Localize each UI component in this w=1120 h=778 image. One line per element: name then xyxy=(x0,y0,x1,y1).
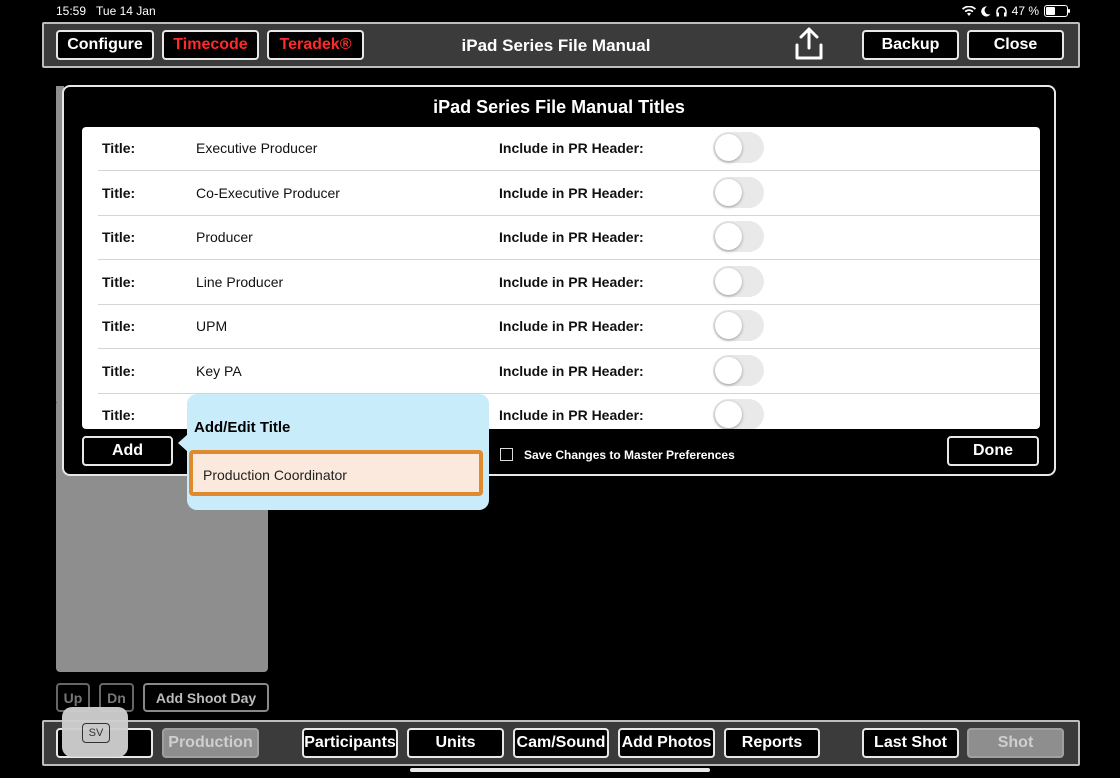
production-tab[interactable]: Production xyxy=(162,728,259,758)
add-shoot-day-button[interactable]: Add Shoot Day xyxy=(143,683,269,712)
home-indicator[interactable] xyxy=(410,768,710,772)
title-label: Title: xyxy=(102,273,136,290)
modal-title: iPad Series File Manual Titles xyxy=(433,97,685,117)
list-item[interactable]: Title: Line Producer Include in PR Heade… xyxy=(82,261,1040,305)
page-title: iPad Series File Manual xyxy=(461,36,651,55)
bottom-toolbar: Production Participants Units Cam/Sound … xyxy=(42,720,1080,766)
status-time: 15:59 Tue 14 Jan xyxy=(56,4,156,18)
teradek-button[interactable]: Teradek® xyxy=(267,30,364,60)
title-value: UPM xyxy=(196,318,228,334)
title-label: Title: xyxy=(102,229,136,245)
battery-icon xyxy=(1044,5,1070,17)
list-item[interactable]: Title: Key PA Include in PR Header: xyxy=(82,350,1040,394)
headphones-icon xyxy=(995,5,1007,16)
units-tab[interactable]: Units xyxy=(407,728,504,758)
title-value: Producer xyxy=(196,229,253,245)
battery-percent: 47 % xyxy=(1011,4,1039,18)
timecode-button[interactable]: Timecode xyxy=(162,30,259,60)
backup-button[interactable]: Backup xyxy=(862,30,959,60)
title-input-wrapper xyxy=(189,450,483,496)
title-label: Title: xyxy=(102,140,136,156)
add-edit-popover: Add/Edit Title xyxy=(178,394,489,510)
list-item[interactable]: Title: Co-Executive Producer Include in … xyxy=(82,172,1040,216)
include-label: Include in PR Header: xyxy=(499,318,644,334)
configure-button[interactable]: Configure xyxy=(56,30,154,60)
include-toggle[interactable] xyxy=(713,265,764,297)
title-value: Executive Producer xyxy=(196,140,318,156)
title-value: Key PA xyxy=(196,362,242,379)
close-button[interactable]: Close xyxy=(967,30,1064,60)
include-toggle[interactable] xyxy=(713,176,764,208)
title-label: Title: xyxy=(102,362,136,379)
add-button[interactable]: Add xyxy=(82,436,173,466)
include-label: Include in PR Header: xyxy=(499,184,644,201)
title-label: Title: xyxy=(102,407,136,423)
save-master-checkbox[interactable] xyxy=(500,448,513,461)
list-item[interactable]: Title: Executive Producer Include in PR … xyxy=(82,127,1040,171)
include-toggle[interactable] xyxy=(713,132,764,163)
title-value: Co-Executive Producer xyxy=(196,184,340,201)
title-label: Title: xyxy=(102,318,136,334)
participants-tab[interactable]: Participants xyxy=(302,728,398,758)
title-input[interactable] xyxy=(203,462,463,488)
titles-list[interactable]: Title: Executive Producer Include in PR … xyxy=(82,127,1040,429)
include-label: Include in PR Header: xyxy=(499,407,644,423)
include-label: Include in PR Header: xyxy=(499,229,644,245)
moon-icon xyxy=(980,5,991,16)
title-label: Title: xyxy=(102,184,136,201)
done-button[interactable]: Done xyxy=(947,436,1039,466)
shot-button[interactable]: Shot xyxy=(967,728,1064,758)
last-shot-button[interactable]: Last Shot xyxy=(862,728,959,758)
sv-overlay-button[interactable]: SV xyxy=(62,707,128,757)
status-right: 47 % xyxy=(961,4,1070,18)
include-label: Include in PR Header: xyxy=(499,362,644,379)
title-value: Line Producer xyxy=(196,273,284,290)
top-toolbar: Configure Timecode Teradek® iPad Series … xyxy=(42,22,1080,68)
popover-title: Add/Edit Title xyxy=(194,419,291,436)
list-item[interactable]: Title: UPM Include in PR Header: xyxy=(82,305,1040,349)
cam-sound-tab[interactable]: Cam/Sound xyxy=(513,728,609,758)
include-label: Include in PR Header: xyxy=(499,273,644,290)
include-toggle[interactable] xyxy=(713,221,764,252)
include-toggle[interactable] xyxy=(713,354,764,386)
save-master-label: Save Changes to Master Preferences xyxy=(524,448,735,462)
include-toggle[interactable] xyxy=(713,399,764,429)
list-item[interactable]: Title: Producer Include in PR Header: xyxy=(82,216,1040,260)
sv-icon: SV xyxy=(82,723,110,743)
wifi-icon xyxy=(961,5,976,16)
popover-arrow xyxy=(178,434,188,452)
add-photos-tab[interactable]: Add Photos xyxy=(618,728,715,758)
share-icon[interactable] xyxy=(792,26,826,62)
status-bar: 15:59 Tue 14 Jan 47 % xyxy=(0,0,1120,22)
include-toggle[interactable] xyxy=(713,310,764,341)
reports-tab[interactable]: Reports xyxy=(724,728,820,758)
include-label: Include in PR Header: xyxy=(499,140,644,156)
